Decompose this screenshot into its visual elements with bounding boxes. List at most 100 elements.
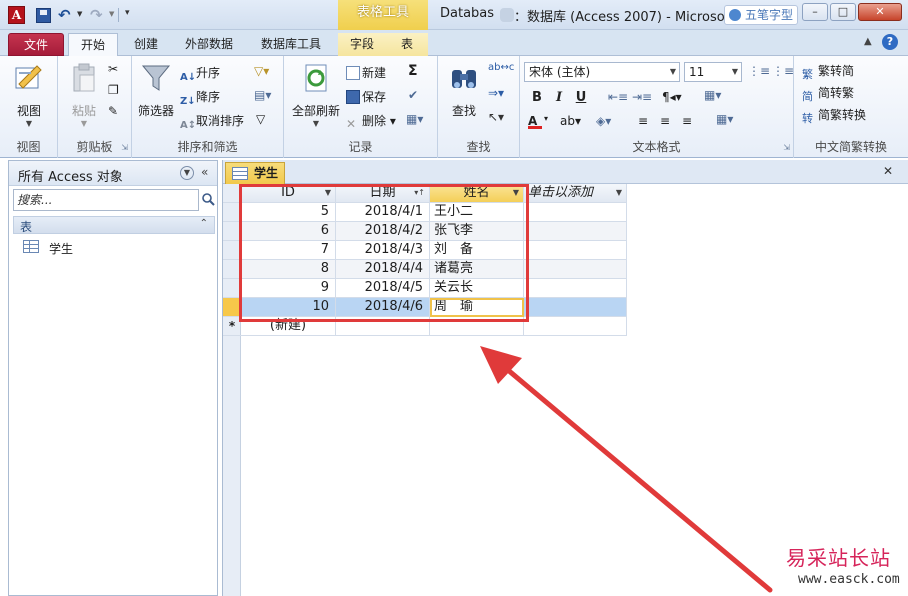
replace-icon[interactable]: ab↔c	[488, 62, 514, 73]
record-selector[interactable]	[223, 222, 241, 241]
align-right-icon[interactable]: ≡	[682, 114, 692, 128]
goto-icon[interactable]: ⇒▾	[488, 86, 504, 100]
more-records-icon[interactable]: ▦▾	[406, 112, 423, 126]
search-icon[interactable]	[201, 192, 215, 206]
table-cell-name[interactable]: 周 瑜	[430, 298, 524, 317]
text-format-launcher-icon[interactable]: ⇲	[783, 143, 790, 152]
table-cell-id[interactable]: 8	[241, 260, 336, 279]
column-dropdown-icon[interactable]: ▼	[616, 184, 622, 202]
record-selector[interactable]	[223, 279, 241, 298]
tab-fields[interactable]: 字段	[338, 33, 386, 56]
table-cell-id[interactable]: 7	[241, 241, 336, 260]
save-record-button[interactable]: 保存	[346, 88, 386, 105]
access-app-icon[interactable]: A	[8, 6, 25, 24]
column-header[interactable]: 单击以添加 ▼	[524, 184, 627, 203]
column-dropdown-icon[interactable]: ▼	[325, 184, 331, 202]
bullets-icon[interactable]: ⋮≡	[748, 64, 770, 78]
simp-trad-convert-button[interactable]: 转简繁转换	[802, 106, 866, 125]
simp-to-trad-button[interactable]: 简简转繁	[802, 84, 854, 103]
tab-home[interactable]: 开始	[68, 33, 118, 56]
decrease-indent-icon[interactable]: ⇤≡	[608, 90, 628, 104]
table-cell-empty[interactable]	[524, 260, 627, 279]
maximize-button[interactable]: □	[830, 3, 856, 21]
nav-item-student-table[interactable]: 学生	[13, 238, 215, 258]
record-selector[interactable]	[223, 241, 241, 260]
new-record-cell[interactable]: (新建)	[241, 317, 336, 336]
table-cell-name[interactable]: 诸葛亮	[430, 260, 524, 279]
clipboard-launcher-icon[interactable]: ⇲	[121, 143, 128, 152]
table-cell-date[interactable]: 2018/4/1	[336, 203, 430, 222]
column-header[interactable]: 姓名 ▼	[430, 184, 524, 203]
increase-indent-icon[interactable]: ⇥≡	[632, 90, 652, 104]
alternate-row-color-icon[interactable]: ▦▾	[716, 112, 733, 126]
italic-button[interactable]: I	[550, 90, 568, 105]
sort-descending-button[interactable]: Z↓降序	[180, 88, 220, 110]
column-header[interactable]: ID ▼	[241, 184, 336, 203]
column-header[interactable]: 日期 ▾↑	[336, 184, 430, 203]
table-cell-empty[interactable]	[524, 222, 627, 241]
tab-external-data[interactable]: 外部数据	[176, 33, 242, 56]
close-button[interactable]: ✕	[858, 3, 902, 21]
selection-filter-icon[interactable]: ▽▾	[254, 64, 269, 78]
nav-menu-icon[interactable]: ▼	[180, 166, 194, 180]
table-cell-name[interactable]: 张飞李	[430, 222, 524, 241]
table-cell-date[interactable]: 2018/4/2	[336, 222, 430, 241]
align-center-icon[interactable]: ≡	[660, 114, 670, 128]
sort-ascending-button[interactable]: A↓升序	[180, 64, 220, 86]
table-cell-date[interactable]: 2018/4/5	[336, 279, 430, 298]
record-selector[interactable]	[223, 298, 241, 317]
align-left-icon[interactable]: ≡	[638, 114, 648, 128]
refresh-all-button[interactable]: 全部刷新 ▼	[290, 62, 342, 128]
customize-qat-icon[interactable]: ▾	[125, 8, 130, 26]
column-dropdown-icon[interactable]: ▼	[513, 184, 519, 202]
tab-database-tools[interactable]: 数据库工具	[252, 33, 330, 56]
table-cell-date[interactable]: 2018/4/4	[336, 260, 430, 279]
help-icon[interactable]: ?	[882, 34, 898, 50]
minimize-ribbon-icon[interactable]: ▲	[864, 36, 872, 47]
fill-color-icon[interactable]: ◈▾	[596, 114, 611, 128]
column-dropdown-icon[interactable]: ▾↑	[414, 184, 425, 202]
gridlines-icon[interactable]: ▦▾	[704, 88, 721, 102]
numbering-icon[interactable]: ⋮≡	[772, 64, 794, 78]
table-cell-id[interactable]: 10	[241, 298, 336, 317]
table-cell-empty[interactable]	[336, 317, 430, 336]
font-name-select[interactable]: 宋体 (主体) ▼	[524, 62, 680, 82]
minimize-button[interactable]: –	[802, 3, 828, 21]
document-tab-student[interactable]: 学生	[225, 162, 285, 184]
ime-status-badge[interactable]: 五笔字型	[724, 5, 798, 25]
new-record-button[interactable]: 新建	[346, 64, 386, 81]
font-size-select[interactable]: 11 ▼	[684, 62, 742, 82]
select-all-corner[interactable]	[223, 184, 241, 203]
table-cell-empty[interactable]	[524, 241, 627, 260]
new-record-marker[interactable]: *	[223, 317, 241, 336]
record-selector[interactable]	[223, 260, 241, 279]
totals-icon[interactable]: Σ	[408, 63, 418, 79]
find-button[interactable]: 查找	[442, 62, 486, 119]
bold-button[interactable]: B	[528, 90, 546, 105]
table-cell-date[interactable]: 2018/4/6	[336, 298, 430, 317]
spelling-icon[interactable]: ✔	[408, 88, 418, 102]
record-selector[interactable]	[223, 203, 241, 222]
table-cell-name[interactable]: 刘 备	[430, 241, 524, 260]
advanced-filter-icon[interactable]: ▤▾	[254, 88, 271, 102]
nav-collapse-icon[interactable]: «	[201, 165, 208, 179]
table-cell-id[interactable]: 6	[241, 222, 336, 241]
underline-button[interactable]: U	[572, 90, 590, 105]
nav-search-input[interactable]: 搜索...	[13, 189, 199, 211]
table-cell-empty[interactable]	[524, 203, 627, 222]
table-cell-empty[interactable]	[524, 279, 627, 298]
undo-dropdown-icon[interactable]: ▼	[77, 10, 82, 28]
clear-sort-button[interactable]: A↕取消排序	[180, 112, 244, 134]
save-icon[interactable]	[36, 8, 51, 23]
undo-icon[interactable]: ↶	[58, 6, 76, 24]
tab-create[interactable]: 创建	[124, 33, 168, 56]
view-button[interactable]: 视图 ▼	[6, 62, 52, 128]
tab-table[interactable]: 表	[386, 33, 428, 56]
table-cell-empty[interactable]	[524, 317, 627, 336]
filter-button[interactable]: 筛选器	[136, 62, 176, 119]
trad-to-simp-button[interactable]: 繁繁转简	[802, 62, 854, 81]
tab-file[interactable]: 文件	[8, 33, 64, 56]
table-cell-name[interactable]: 关云长	[430, 279, 524, 298]
table-cell-empty[interactable]	[430, 317, 524, 336]
nav-header[interactable]: 所有 Access 对象 ▼ «	[9, 161, 217, 186]
